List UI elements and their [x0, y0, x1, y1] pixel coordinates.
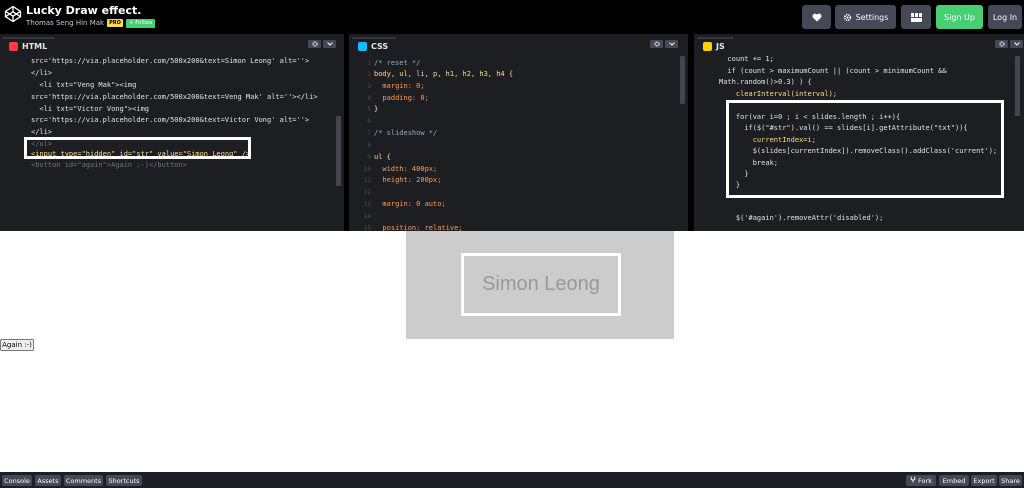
highlight-box — [24, 137, 251, 159]
line-number: 7 — [367, 130, 371, 137]
html-settings-icon[interactable] — [308, 40, 321, 48]
html-tab[interactable]: HTML — [3, 37, 56, 53]
line-number: 15 — [363, 225, 371, 231]
codepen-logo-icon[interactable] — [4, 5, 22, 23]
css-settings-icon[interactable] — [650, 40, 663, 48]
code-line: body, ul, li, p, h1, h2, h3, h4 { — [374, 70, 514, 78]
css-editor-header: CSS — [352, 37, 397, 53]
bottom-bar: Console Assets Comments Shortcuts Fork E… — [0, 472, 1024, 488]
css-code[interactable]: 1 /* reset */ 2 body, ul, li, p, h1, h2,… — [349, 56, 688, 231]
gear-icon — [843, 13, 852, 22]
comments-button[interactable]: Comments — [64, 475, 103, 486]
sign-up-button[interactable]: Sign Up — [936, 5, 983, 29]
html-collapse-icon[interactable] — [323, 40, 336, 48]
js-editor[interactable]: JS count += 1; if (count > maximumCount … — [694, 34, 1024, 231]
css-icon — [358, 41, 367, 51]
fork-icon — [910, 476, 916, 485]
js-scrollbar[interactable] — [1015, 56, 1020, 116]
pro-badge: PRO — [107, 19, 123, 27]
line-number: 2 — [367, 71, 371, 78]
code-line: src='https://via.placeholder.com/500x200… — [31, 93, 318, 101]
css-editor[interactable]: CSS 1 /* reset */ 2 body, ul, li, p, h1,… — [349, 34, 688, 231]
js-tab-label: JS — [716, 41, 725, 51]
line-number: 11 — [363, 177, 371, 184]
follow-button[interactable]: + Follow — [125, 18, 156, 28]
line-number: 4 — [367, 95, 371, 102]
console-button[interactable]: Console — [2, 475, 32, 486]
line-number: 3 — [367, 83, 371, 90]
editor-area: HTML src='https://via.placeholder.com/50… — [0, 34, 1024, 231]
highlight-box — [726, 100, 1004, 198]
line-number: 5 — [367, 106, 371, 113]
js-editor-header: JS — [697, 37, 733, 53]
line-number: 6 — [367, 118, 371, 125]
pen-title[interactable]: Lucky Draw effect. — [26, 4, 141, 17]
code-line: margin: 0; — [374, 82, 425, 90]
code-line: </li> — [31, 69, 53, 77]
code-line: margin: 0 auto; — [374, 200, 446, 208]
result-preview: Simon Leong Again :-) — [0, 231, 1024, 471]
line-number: 9 — [367, 154, 371, 161]
current-slide: Simon Leong — [461, 253, 621, 316]
code-line: src='https://via.placeholder.com/500x200… — [31, 57, 310, 65]
code-line: /* slideshow */ — [374, 129, 438, 137]
html-editor-header: HTML — [3, 37, 56, 53]
html-editor[interactable]: HTML src='https://via.placeholder.com/50… — [0, 34, 344, 231]
change-view-button[interactable] — [901, 5, 931, 29]
css-scrollbar[interactable] — [680, 56, 685, 104]
author-name[interactable]: Thomas Seng Hin Mak — [26, 19, 104, 27]
code-line: <button id="again">Again :-)</button> — [31, 161, 187, 169]
author-row: Thomas Seng Hin Mak PRO + Follow — [26, 18, 156, 28]
line-number: 1 — [367, 60, 371, 67]
line-number: 14 — [363, 213, 371, 220]
code-line: if (count > maximumCount || (count > min… — [719, 67, 947, 75]
code-line: } — [374, 105, 379, 113]
line-number: 8 — [367, 142, 371, 149]
code-line: Math.random()>0.3) ) { — [719, 78, 812, 86]
top-bar: Lucky Draw effect. Thomas Seng Hin Mak P… — [0, 0, 1024, 34]
code-line: width: 400px; — [374, 165, 438, 173]
css-tab-label: CSS — [371, 41, 389, 51]
slide-text: Simon Leong — [482, 273, 600, 295]
html-scrollbar[interactable] — [336, 116, 341, 186]
css-collapse-icon[interactable] — [665, 40, 678, 48]
log-in-button[interactable]: Log In — [988, 5, 1022, 29]
again-button[interactable]: Again :-) — [0, 339, 34, 351]
fork-button[interactable]: Fork — [906, 475, 936, 486]
love-button[interactable] — [802, 5, 831, 29]
shortcuts-button[interactable]: Shortcuts — [106, 475, 142, 486]
heart-icon — [812, 13, 822, 22]
code-line: <li txt="Victor Vong"><img — [31, 105, 150, 113]
settings-label: Settings — [855, 12, 889, 22]
js-tab[interactable]: JS — [697, 37, 733, 53]
css-tab[interactable]: CSS — [352, 37, 397, 53]
js-collapse-icon[interactable] — [1010, 40, 1023, 48]
export-button[interactable]: Export — [971, 475, 997, 486]
js-settings-icon[interactable] — [995, 40, 1008, 48]
code-line: padding: 0; — [374, 94, 429, 102]
fork-label: Fork — [918, 476, 932, 485]
line-number: 13 — [363, 201, 371, 208]
code-line: count += 1; — [719, 55, 774, 63]
html-tab-label: HTML — [22, 41, 48, 51]
code-line: clearInterval(interval); — [719, 90, 838, 98]
code-line: height: 200px; — [374, 176, 442, 184]
line-number: 12 — [363, 189, 371, 196]
js-icon — [703, 41, 712, 51]
html-icon — [9, 41, 18, 51]
code-line: $('#again').removeAttr('disabled'); — [719, 214, 884, 222]
line-number: 10 — [363, 166, 371, 173]
layout-icon — [910, 12, 922, 22]
code-line: /* reset */ — [374, 59, 421, 67]
settings-button[interactable]: Settings — [835, 5, 896, 29]
assets-button[interactable]: Assets — [35, 475, 61, 486]
code-line: position: relative; — [374, 224, 463, 231]
code-line: src='https://via.placeholder.com/500x200… — [31, 116, 310, 124]
code-line: <li txt="Veng Mak"><img — [31, 81, 137, 89]
embed-button[interactable]: Embed — [939, 475, 969, 486]
code-line: ul { — [374, 153, 391, 161]
share-button[interactable]: Share — [999, 475, 1022, 486]
